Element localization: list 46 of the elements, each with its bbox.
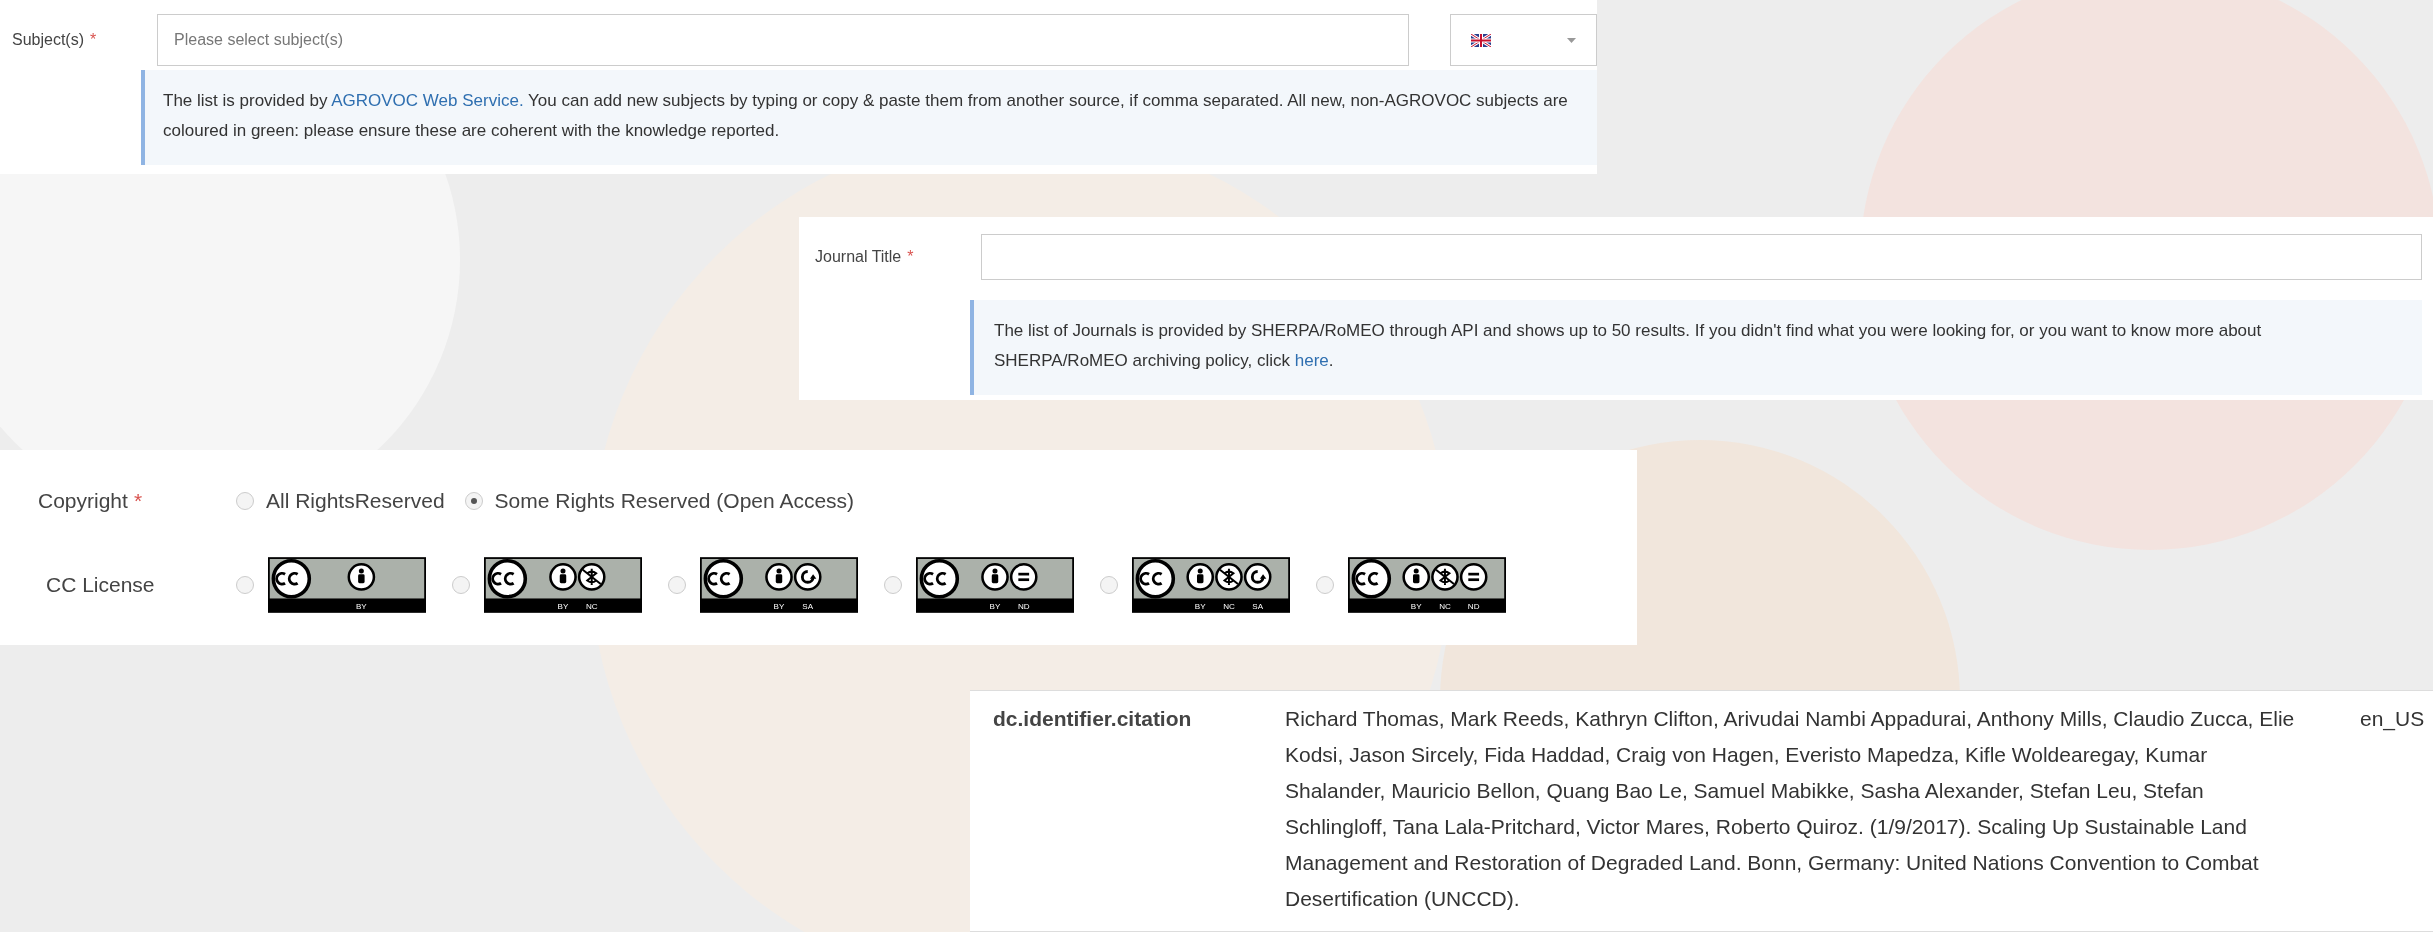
field-label: Subject(s) <box>12 30 85 50</box>
crossed-dollar-icon <box>577 563 606 591</box>
radio-button[interactable] <box>452 576 470 594</box>
license-term: BY <box>1194 602 1206 612</box>
info-link[interactable]: here <box>1294 351 1329 370</box>
field-label: Copyright <box>38 488 128 515</box>
caret-icon <box>1567 37 1576 43</box>
radio-button[interactable] <box>464 492 483 510</box>
info-link[interactable]: AGROVOC Web Service. <box>331 91 524 110</box>
field-label: Journal Title <box>815 247 902 267</box>
flag-icon <box>1471 33 1492 47</box>
license-term: BY <box>773 602 785 612</box>
person-icon <box>347 563 376 591</box>
license-term: SA <box>802 602 814 612</box>
metadata-language: en_US <box>2360 706 2425 733</box>
license-term: NC <box>1223 602 1235 612</box>
license-term: BY <box>356 602 367 612</box>
radio-button[interactable] <box>1316 576 1334 594</box>
license-term: ND <box>1467 602 1480 612</box>
license-term: SA <box>1252 602 1264 612</box>
equals-icon <box>1459 563 1488 591</box>
radio-button[interactable] <box>1100 576 1118 594</box>
license-term: NC <box>585 602 598 612</box>
required-mark: * <box>133 488 143 515</box>
radio-button[interactable] <box>236 576 254 594</box>
license-term: BY <box>557 602 569 612</box>
license-term: ND <box>1017 602 1030 612</box>
required-mark: * <box>90 30 97 50</box>
journal-title-input-field[interactable] <box>981 234 2422 280</box>
license-term: BY <box>1410 602 1422 612</box>
radio-label: Some Rights Reserved (Open Access) <box>494 488 855 515</box>
field-label: CC License <box>45 572 156 599</box>
metadata-key: dc.identifier.citation <box>993 701 1285 931</box>
radio-button[interactable] <box>884 576 902 594</box>
radio-button[interactable] <box>668 576 686 594</box>
language-dropdown[interactable] <box>1450 14 1597 66</box>
required-mark: * <box>907 247 914 267</box>
info-text: The list of Journals is provided by SHERPA/RoMEO through API and shows up to 50 results. If you didn't find what you were looking for, or you want to know more about SHERPA/RoMEO archiving policy, click here. <box>994 320 2263 372</box>
info-text: The list is provided by AGROVOC Web Service. You can add new subjects by typing or copy & paste them from another source, if comma separated. All new, non-AGROVOC subjects are coloured in green: please ensure these are coherent with the knowledge reported. <box>163 90 1569 142</box>
metadata-value: Richard Thomas, Mark Reeds, Kathryn Clifton, Arivudai Nambi Appadurai, Anthony Mills, Claudio Zucca, Elie Kodsi, Jason Sircely, Fida Haddad, Craig von Hagen, Everisto Mapedza, Kifle Woldearegay, Kumar Shalander, Mauricio Bellon, Quang Bao Le, Samuel Mabikke, Sasha Alexander, Stefan Leu, Stefan Schlingloff, Tana Lala-Pritchard, Victor Mares, Roberto Quiroz. (1/9/2017). Scaling Up Sustainable Land Management and Restoration of Degraded Land. Bonn, Germany: United Nations Convention to Combat Desertification (UNCCD). <box>1285 706 2296 912</box>
license-term: NC <box>1439 602 1451 612</box>
equals-icon <box>1009 563 1038 591</box>
radio-label: All RightsReserved <box>266 488 445 515</box>
license-term: BY <box>989 602 1001 612</box>
radio-button[interactable] <box>236 492 254 510</box>
subject-input-field[interactable]: Please select subject(s) <box>157 14 1410 66</box>
